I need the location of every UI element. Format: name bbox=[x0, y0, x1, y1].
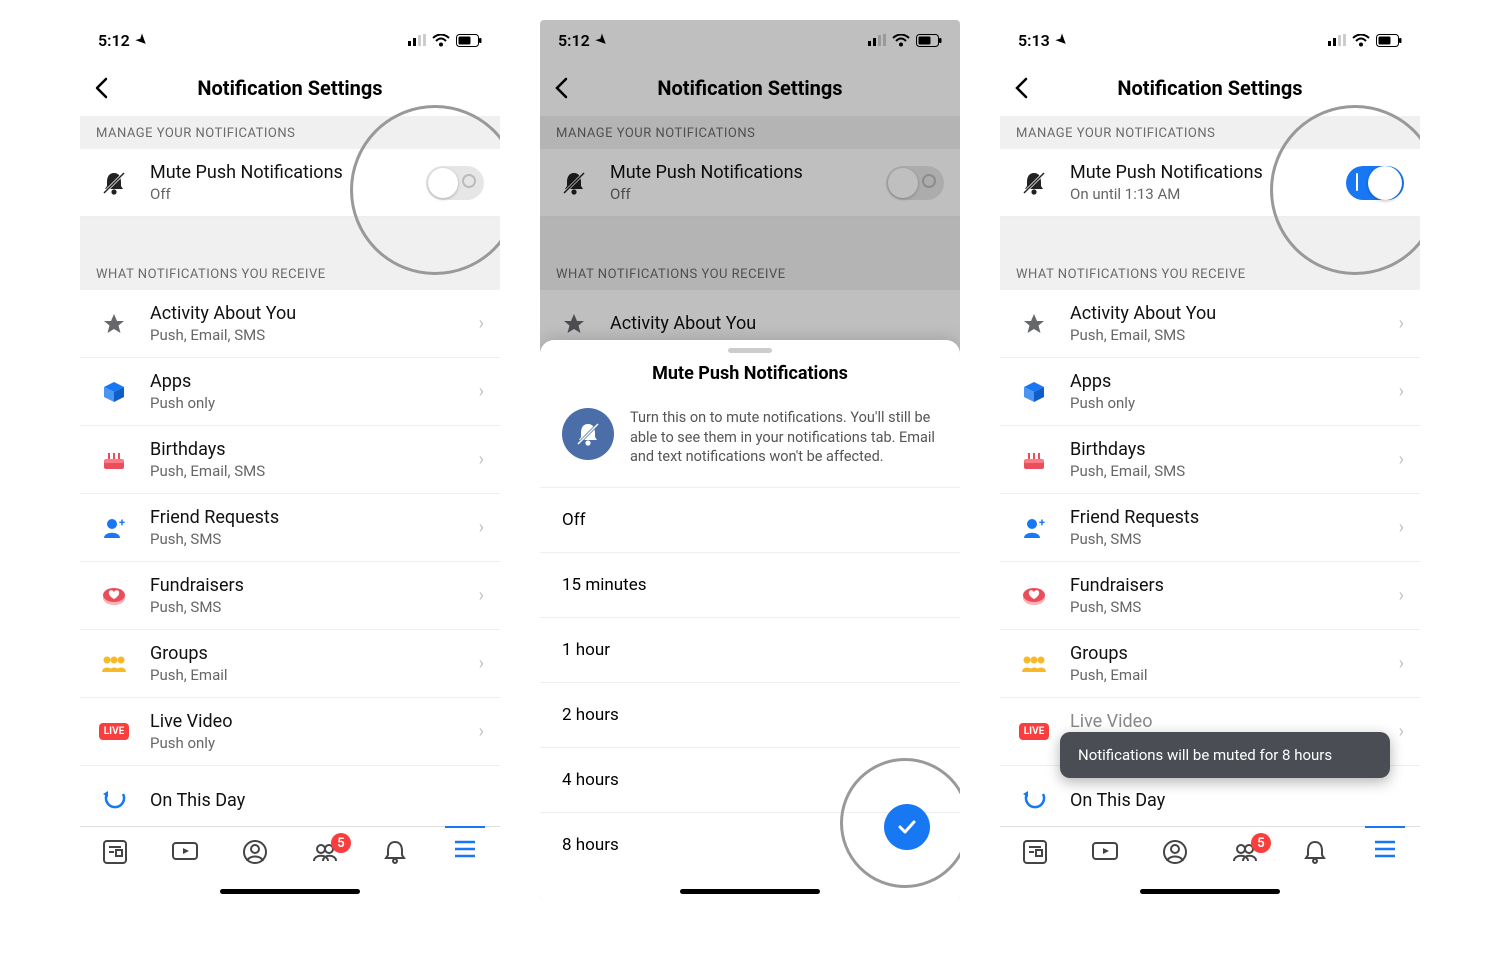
home-indicator[interactable] bbox=[220, 889, 360, 894]
confirm-check-icon[interactable] bbox=[884, 804, 930, 850]
fundraisers-row[interactable]: FundraisersPush, SMS› bbox=[1000, 562, 1420, 630]
friend-icon: + bbox=[1016, 516, 1052, 540]
back-button[interactable] bbox=[94, 77, 108, 99]
sheet-handle[interactable] bbox=[728, 348, 772, 353]
tab-feed[interactable] bbox=[95, 839, 135, 865]
section-label-receive: WHAT NOTIFICATIONS YOU RECEIVE bbox=[80, 257, 500, 290]
tab-profile[interactable] bbox=[235, 839, 275, 865]
groups-row[interactable]: GroupsPush, Email› bbox=[1000, 630, 1420, 698]
chevron-right-icon: › bbox=[479, 381, 484, 402]
birthdays-row[interactable]: BirthdaysPush, Email, SMS› bbox=[1000, 426, 1420, 494]
mute-title: Mute Push Notifications bbox=[1070, 162, 1346, 183]
bell-slash-icon bbox=[96, 170, 132, 196]
rewind-icon bbox=[96, 791, 132, 809]
box-icon bbox=[1016, 381, 1052, 403]
screen-2: 5:12➤ Notification Settings MANAGE YOUR … bbox=[540, 20, 960, 900]
mute-push-row[interactable]: Mute Push Notifications On until 1:13 AM bbox=[1000, 149, 1420, 217]
chevron-right-icon: › bbox=[479, 517, 484, 538]
sheet-option-1h[interactable]: 1 hour bbox=[540, 618, 960, 683]
cake-icon bbox=[1016, 448, 1052, 472]
tab-groups[interactable]: 5 bbox=[305, 839, 345, 865]
fundraisers-row[interactable]: FundraisersPush, SMS › bbox=[80, 562, 500, 630]
mute-push-row[interactable]: Mute Push Notifications Off bbox=[80, 149, 500, 217]
heart-coin-icon bbox=[96, 584, 132, 608]
home-indicator[interactable] bbox=[680, 889, 820, 894]
sheet-title: Mute Push Notifications bbox=[540, 357, 960, 398]
group-icon bbox=[96, 654, 132, 674]
tab-notifications[interactable] bbox=[1295, 839, 1335, 865]
friends-row[interactable]: + Friend RequestsPush, SMS › bbox=[80, 494, 500, 562]
mute-sub: On until 1:13 AM bbox=[1070, 185, 1346, 203]
sheet-info-text: Turn this on to mute notifications. You'… bbox=[630, 408, 938, 467]
rewind-icon bbox=[1016, 791, 1052, 809]
tab-feed[interactable] bbox=[1015, 839, 1055, 865]
tab-groups[interactable]: 5 bbox=[1225, 839, 1265, 865]
tab-notifications[interactable] bbox=[375, 839, 415, 865]
tab-watch[interactable] bbox=[165, 839, 205, 863]
status-time: 5:12 bbox=[98, 31, 130, 50]
location-arrow-icon: ➤ bbox=[132, 31, 150, 49]
mute-title: Mute Push Notifications bbox=[150, 162, 426, 183]
wifi-icon bbox=[432, 34, 450, 47]
chevron-right-icon: › bbox=[479, 449, 484, 470]
screen-3: 5:13➤ Notification Settings MANAGE YOUR … bbox=[1000, 20, 1420, 900]
tab-badge: 5 bbox=[1251, 833, 1271, 853]
status-bar: 5:12➤ bbox=[80, 20, 500, 60]
group-icon bbox=[1016, 654, 1052, 674]
svg-text:+: + bbox=[1039, 516, 1045, 529]
birthdays-row[interactable]: BirthdaysPush, Email, SMS › bbox=[80, 426, 500, 494]
apps-row[interactable]: AppsPush only› bbox=[1000, 358, 1420, 426]
chevron-right-icon: › bbox=[479, 313, 484, 334]
star-icon bbox=[96, 312, 132, 336]
tab-menu[interactable] bbox=[445, 826, 485, 859]
memory-row[interactable]: On This Day bbox=[80, 766, 500, 834]
svg-text:+: + bbox=[119, 516, 125, 529]
location-arrow-icon: ➤ bbox=[1052, 31, 1070, 49]
sheet-option-4h[interactable]: 4 hours bbox=[540, 748, 960, 813]
activity-row[interactable]: Activity About YouPush, Email, SMS› bbox=[1000, 290, 1420, 358]
bell-slash-icon bbox=[1016, 170, 1052, 196]
live-row[interactable]: LIVE Live VideoPush only › bbox=[80, 698, 500, 766]
mute-toggle[interactable] bbox=[426, 166, 484, 200]
section-label-manage: MANAGE YOUR NOTIFICATIONS bbox=[1000, 116, 1420, 149]
live-icon: LIVE bbox=[1016, 723, 1052, 740]
status-bar: 5:13➤ bbox=[1000, 20, 1420, 60]
activity-row[interactable]: Activity About YouPush, Email, SMS › bbox=[80, 290, 500, 358]
mute-toast: Notifications will be muted for 8 hours bbox=[1060, 732, 1390, 778]
section-label-manage: MANAGE YOUR NOTIFICATIONS bbox=[80, 116, 500, 149]
groups-row[interactable]: GroupsPush, Email › bbox=[80, 630, 500, 698]
status-time: 5:13 bbox=[1018, 31, 1050, 50]
mute-toggle[interactable] bbox=[1346, 166, 1404, 200]
cellular-icon bbox=[408, 34, 426, 46]
tab-profile[interactable] bbox=[1155, 839, 1195, 865]
screen-1: 5:12➤ Notification Settings MANAGE YOUR … bbox=[80, 20, 500, 900]
heart-coin-icon bbox=[1016, 584, 1052, 608]
tab-watch[interactable] bbox=[1085, 839, 1125, 863]
star-icon bbox=[1016, 312, 1052, 336]
friends-row[interactable]: +Friend RequestsPush, SMS› bbox=[1000, 494, 1420, 562]
header: Notification Settings bbox=[80, 60, 500, 116]
chevron-right-icon: › bbox=[479, 585, 484, 606]
tab-menu[interactable] bbox=[1365, 826, 1405, 859]
chevron-right-icon: › bbox=[479, 653, 484, 674]
sheet-option-15m[interactable]: 15 minutes bbox=[540, 553, 960, 618]
friend-icon: + bbox=[96, 516, 132, 540]
bell-slash-icon bbox=[562, 408, 614, 460]
home-indicator[interactable] bbox=[1140, 889, 1280, 894]
live-icon: LIVE bbox=[96, 723, 132, 740]
battery-icon bbox=[456, 34, 482, 47]
page-title: Notification Settings bbox=[80, 76, 500, 100]
sheet-option-off[interactable]: Off bbox=[540, 488, 960, 553]
sheet-option-2h[interactable]: 2 hours bbox=[540, 683, 960, 748]
mute-sub: Off bbox=[150, 185, 426, 203]
tab-badge: 5 bbox=[331, 833, 351, 853]
page-title: Notification Settings bbox=[1000, 76, 1420, 100]
box-icon bbox=[96, 381, 132, 403]
section-label-receive: WHAT NOTIFICATIONS YOU RECEIVE bbox=[1000, 257, 1420, 290]
back-button[interactable] bbox=[1014, 77, 1028, 99]
apps-row[interactable]: AppsPush only › bbox=[80, 358, 500, 426]
chevron-right-icon: › bbox=[479, 721, 484, 742]
cake-icon bbox=[96, 448, 132, 472]
